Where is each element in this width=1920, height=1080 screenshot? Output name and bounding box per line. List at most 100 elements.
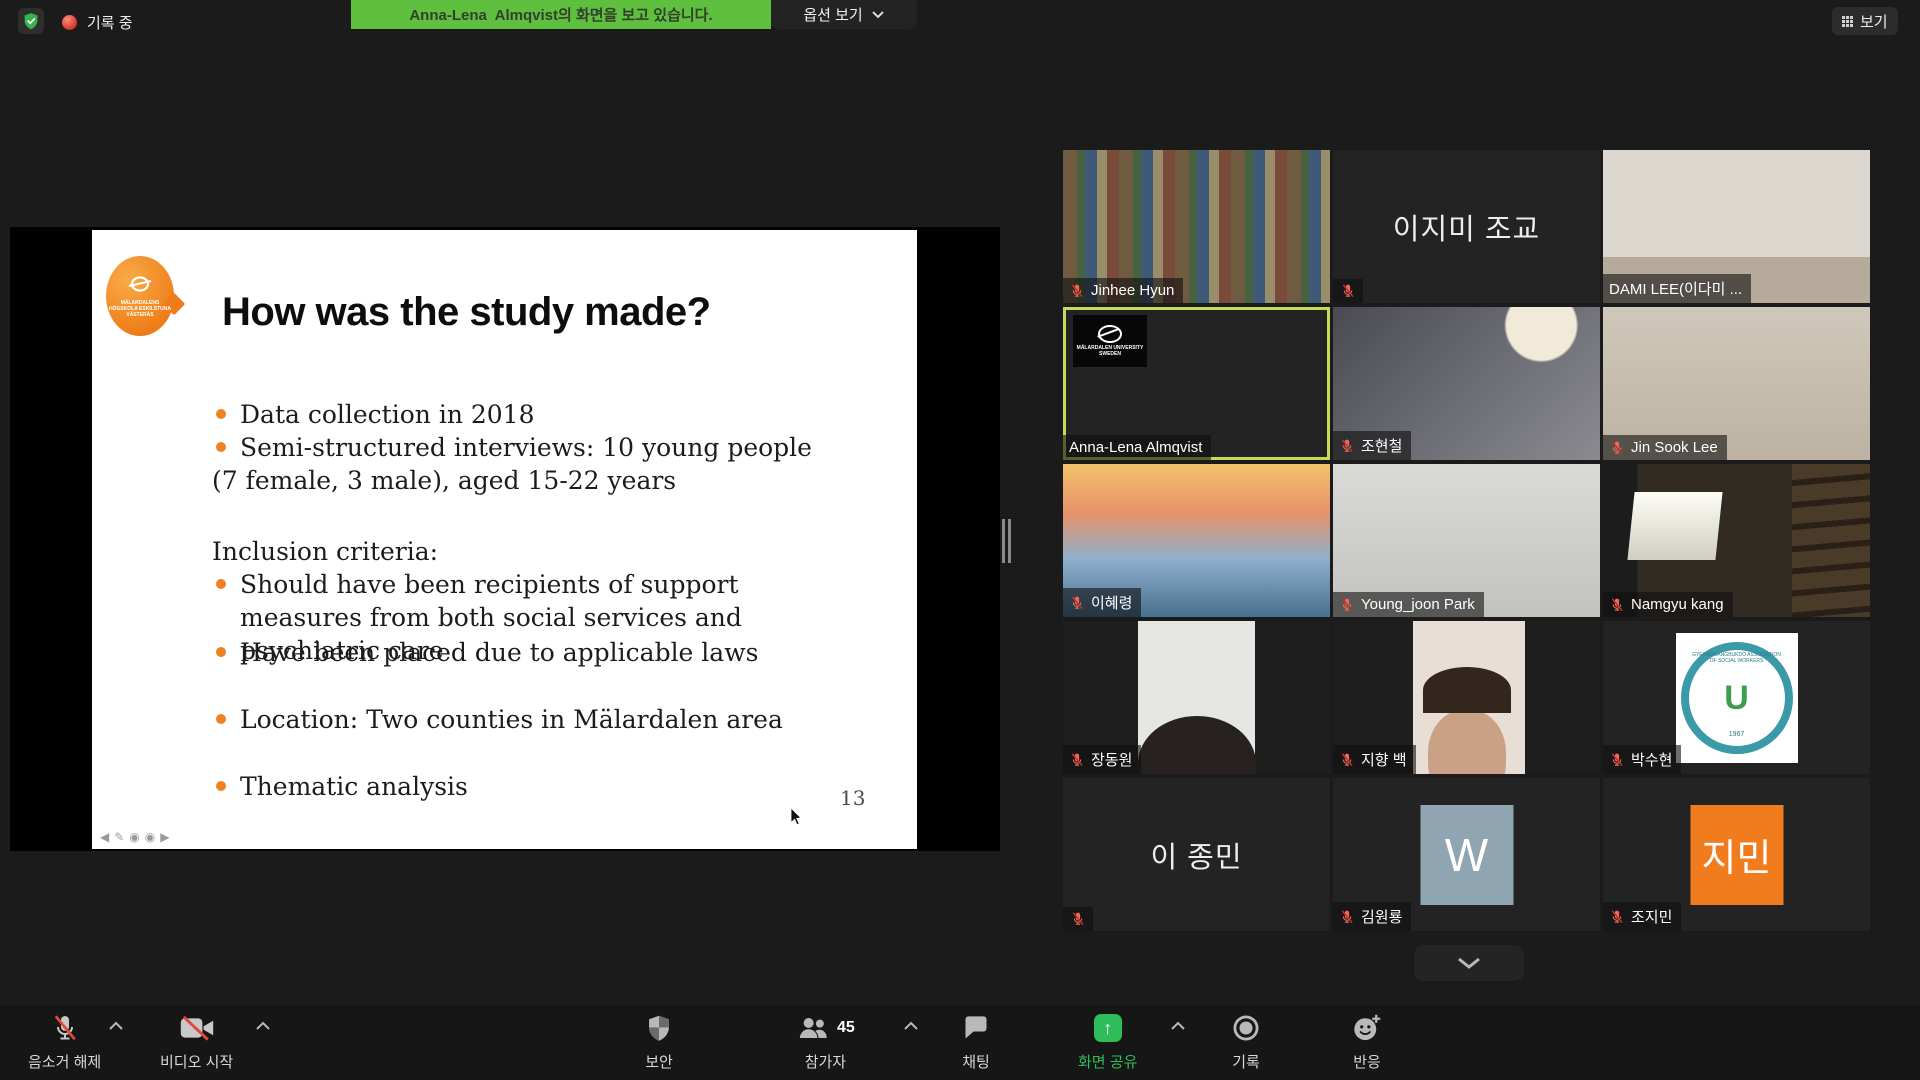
participant-tile[interactable]: 지민 조지민: [1603, 778, 1870, 931]
next-slide-icon[interactable]: ▶: [160, 830, 169, 844]
gallery-view-button[interactable]: 보기: [1832, 7, 1898, 35]
recording-dot-icon: [62, 15, 77, 30]
view-options-label: 옵션 보기: [803, 4, 862, 25]
participant-tile[interactable]: 이지미 조교: [1333, 150, 1600, 303]
security-encryption-badge[interactable]: [18, 8, 44, 34]
participant-tile[interactable]: Jin Sook Lee: [1603, 307, 1870, 460]
participant-tile[interactable]: 장동원: [1063, 621, 1330, 774]
grid-view-icon: [1842, 16, 1853, 27]
participant-name-chip: 박수현: [1603, 745, 1681, 774]
reactions-button[interactable]: 반응: [1352, 1011, 1382, 1072]
university-logo: MÄLARDALENS HÖGSKOLA ESKILSTUNA VÄSTERÅS: [106, 256, 180, 340]
unmute-label: 음소거 해제: [28, 1051, 101, 1072]
participant-display-name: 이 종민: [1063, 778, 1330, 931]
participant-tile[interactable]: DAMI LEE(이다미 ...: [1603, 150, 1870, 303]
start-video-button[interactable]: 비디오 시작: [160, 1011, 233, 1072]
record-circle-icon: [1232, 1014, 1260, 1042]
participant-tile[interactable]: 지향 백: [1333, 621, 1600, 774]
participant-mute-chip: [1063, 907, 1093, 931]
start-video-label: 비디오 시작: [160, 1051, 233, 1072]
participant-name: 조지민: [1631, 906, 1672, 927]
participant-name-chip: 장동원: [1063, 745, 1141, 774]
slide-text-line: Inclusion criteria:: [212, 535, 438, 568]
participant-tile[interactable]: 이혜령: [1063, 464, 1330, 617]
participant-video: [1138, 716, 1256, 774]
muted-mic-icon: [1069, 595, 1085, 611]
chat-button[interactable]: 채팅: [962, 1011, 990, 1072]
slide-bullet-item: Have been placed due to applicable laws: [240, 636, 758, 669]
participant-name: Namgyu kang: [1631, 596, 1724, 613]
mic-options-chevron[interactable]: [108, 1021, 124, 1031]
pen-tool-icon[interactable]: ✎: [114, 830, 124, 844]
logo-blob: [106, 256, 174, 336]
participant-tile[interactable]: 이 종민: [1063, 778, 1330, 931]
logo-u-symbol: U: [1724, 683, 1749, 713]
slideshow-menu-icon[interactable]: ◉: [145, 830, 155, 844]
muted-mic-icon: [1339, 438, 1355, 454]
security-button[interactable]: 보안: [645, 1011, 673, 1072]
panel-resize-handle[interactable]: [1002, 519, 1011, 563]
participant-name: 김원룡: [1361, 906, 1402, 927]
participant-tile[interactable]: W 김원룡: [1333, 778, 1600, 931]
mdu-logo-symbol: [1098, 325, 1122, 343]
participant-tile-active-speaker[interactable]: MÄLARDALEN UNIVERSITY SWEDEN Anna-Lena A…: [1063, 307, 1330, 460]
slide-title: How was the study made?: [222, 290, 902, 335]
security-label: 보안: [645, 1051, 673, 1072]
slide-bullet-item: Location: Two counties in Mälardalen are…: [240, 703, 783, 736]
slide-text-line: (7 female, 3 male), aged 15-22 years: [212, 464, 676, 497]
participant-tile[interactable]: Namgyu kang: [1603, 464, 1870, 617]
participant-name-chip: Jinhee Hyun: [1063, 278, 1183, 303]
share-options-chevron[interactable]: [1170, 1021, 1186, 1031]
record-button[interactable]: 기록: [1232, 1011, 1260, 1072]
participant-name: Young_joon Park: [1361, 596, 1475, 613]
association-logo-image: GYEONGSANGBUKDO ASSOCIATION OF SOCIAL WO…: [1676, 633, 1798, 763]
participant-name-chip: DAMI LEE(이다미 ...: [1603, 274, 1751, 303]
participant-avatar: 지민: [1690, 805, 1783, 905]
bullet-dot: [216, 579, 226, 589]
prev-slide-icon[interactable]: ◀: [100, 830, 109, 844]
participant-name-chip: 김원룡: [1333, 902, 1411, 931]
recording-indicator[interactable]: 기록 중: [62, 10, 133, 34]
mouse-cursor: [790, 807, 804, 827]
bullet-dot: [216, 714, 226, 724]
slide-bullet-item: Data collection in 2018: [240, 398, 535, 431]
logo-ring: GYEONGSANGBUKDO ASSOCIATION OF SOCIAL WO…: [1681, 642, 1793, 754]
participants-button[interactable]: 45 참가자: [796, 1011, 855, 1072]
reactions-smiley-icon: [1352, 1013, 1382, 1043]
ceiling-light: [1627, 492, 1722, 560]
muted-mic-icon: [1340, 283, 1356, 299]
participant-name-chip: Young_joon Park: [1333, 592, 1484, 617]
participant-tile[interactable]: GYEONGSANGBUKDO ASSOCIATION OF SOCIAL WO…: [1603, 621, 1870, 774]
participant-tile[interactable]: 조현철: [1333, 307, 1600, 460]
meeting-toolbar: 음소거 해제 비디오 시작: [0, 1005, 1920, 1080]
participant-mute-chip: [1333, 279, 1363, 303]
mdu-watermark-logo: MÄLARDALEN UNIVERSITY SWEDEN: [1073, 315, 1147, 367]
presentation-slide: MÄLARDALENS HÖGSKOLA ESKILSTUNA VÄSTERÅS…: [92, 230, 917, 849]
shield-check-icon: [22, 12, 40, 30]
slideshow-menu-icon[interactable]: ◉: [129, 830, 139, 844]
video-options-chevron[interactable]: [255, 1021, 271, 1031]
mdu-logo-text: MÄLARDALEN UNIVERSITY SWEDEN: [1073, 345, 1147, 357]
share-screen-button[interactable]: ↑ 화면 공유: [1078, 1011, 1137, 1072]
bookshelf: [1792, 464, 1870, 617]
participant-tile[interactable]: Young_joon Park: [1333, 464, 1600, 617]
muted-mic-icon: [1609, 909, 1625, 925]
bullet-dot: [216, 409, 226, 419]
view-button-label: 보기: [1860, 11, 1888, 32]
unmute-button[interactable]: 음소거 해제: [28, 1011, 101, 1072]
gallery-next-page-button[interactable]: [1414, 945, 1524, 981]
participants-options-chevron[interactable]: [903, 1021, 919, 1031]
slide-bullet-item: Thematic analysis: [240, 770, 468, 803]
view-options-button[interactable]: 옵션 보기: [771, 0, 917, 29]
participant-tile[interactable]: Jinhee Hyun: [1063, 150, 1330, 303]
slideshow-nav-toolbar: ◀ ✎ ◉ ◉ ▶: [100, 830, 170, 844]
participant-name: 조현철: [1361, 435, 1402, 456]
logo-text: MÄLARDALENS HÖGSKOLA ESKILSTUNA VÄSTERÅS: [106, 300, 174, 318]
participant-name-chip: Namgyu kang: [1603, 592, 1733, 617]
participant-name: Jin Sook Lee: [1631, 439, 1718, 456]
muted-mic-icon: [1069, 752, 1085, 768]
viewing-screen-banner: Anna-Lena Almqvist의 화면을 보고 있습니다.: [351, 0, 771, 29]
muted-mic-icon: [1609, 752, 1625, 768]
muted-mic-icon: [1339, 909, 1355, 925]
participant-name-chip: Jin Sook Lee: [1603, 435, 1727, 460]
